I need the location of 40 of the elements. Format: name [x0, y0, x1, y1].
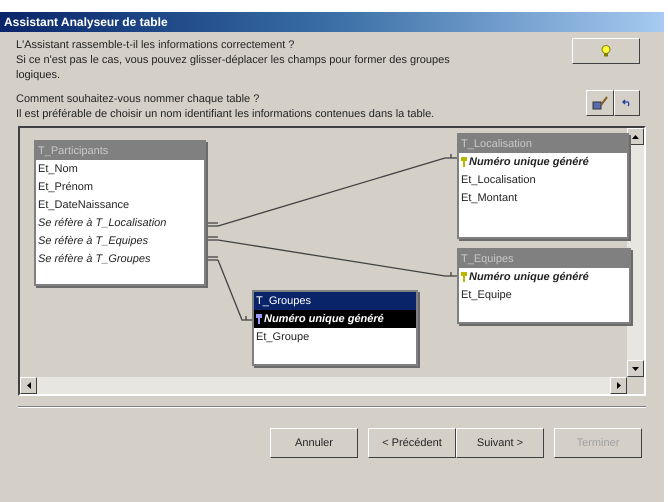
rename-button[interactable]: [586, 90, 614, 116]
table-pencil-icon: [592, 96, 608, 110]
field-row[interactable]: Numéro unique généré: [459, 153, 627, 171]
key-icon: [461, 272, 467, 282]
field-row[interactable]: Numéro unique généré: [459, 268, 629, 286]
instruction-text: Si ce n'est pas le cas, vous pouvez glisser-déplacer les champs pour former des groupes logiques.: [16, 53, 451, 83]
undo-button[interactable]: [614, 90, 640, 116]
table-card[interactable]: T_Participants Et_Nom Et_Prénom Et_DateNaissance Se réfère à T_Localisation Se réfère à T_Equipes Se réfère à T_Groupes: [34, 140, 206, 286]
table-title[interactable]: T_Groupes: [254, 292, 416, 310]
field-row[interactable]: Se réfère à T_Groupes: [36, 250, 204, 268]
field-row[interactable]: Et_Prénom: [36, 178, 204, 196]
left-arrow-icon: [26, 382, 30, 389]
instruction-text: Comment souhaitez-vous nommer chaque table ?: [16, 92, 260, 107]
field-row[interactable]: Numéro unique généré: [254, 310, 416, 328]
tip-button[interactable]: [572, 38, 640, 64]
field-row[interactable]: Se réfère à T_Equipes: [36, 232, 204, 250]
key-icon: [256, 314, 262, 324]
instruction-text: Il est préférable de choisir un nom identifiant les informations contenues dans la table.: [16, 107, 436, 122]
undo-icon: [622, 99, 632, 107]
field-row[interactable]: Se réfère à T_Localisation: [36, 214, 204, 232]
field-row[interactable]: Et_Montant: [459, 189, 627, 207]
field-row[interactable]: Et_Localisation: [459, 171, 627, 189]
table-card[interactable]: T_Localisation Numéro unique généré Et_Localisation Et_Montant: [457, 133, 629, 239]
wizard-button[interactable]: < Précédent: [368, 428, 456, 458]
key-icon: [461, 156, 467, 168]
table-card[interactable]: T_Equipes Numéro unique généré Et_Equipe: [457, 248, 631, 324]
wizard-button[interactable]: Annuler: [270, 428, 358, 458]
field-row[interactable]: Et_Equipe: [459, 286, 629, 304]
field-row[interactable]: Et_Groupe: [254, 328, 416, 346]
up-arrow-icon: [632, 134, 639, 138]
lightbulb-icon: [601, 45, 611, 57]
wizard-button[interactable]: Suivant >: [456, 428, 544, 458]
field-row[interactable]: Et_DateNaissance: [36, 196, 204, 214]
horizontal-scrollbar[interactable]: [20, 377, 627, 394]
field-row[interactable]: Et_Nom: [36, 160, 204, 178]
right-arrow-icon: [616, 382, 620, 389]
instruction-text: L'Assistant rassemble-t-il les informations correctement ?: [16, 38, 296, 53]
window-title: Assistant Analyseur de table: [0, 12, 664, 32]
table-card[interactable]: T_Groupes Numéro unique généré Et_Groupe: [252, 290, 418, 366]
down-arrow-icon: [632, 366, 639, 370]
